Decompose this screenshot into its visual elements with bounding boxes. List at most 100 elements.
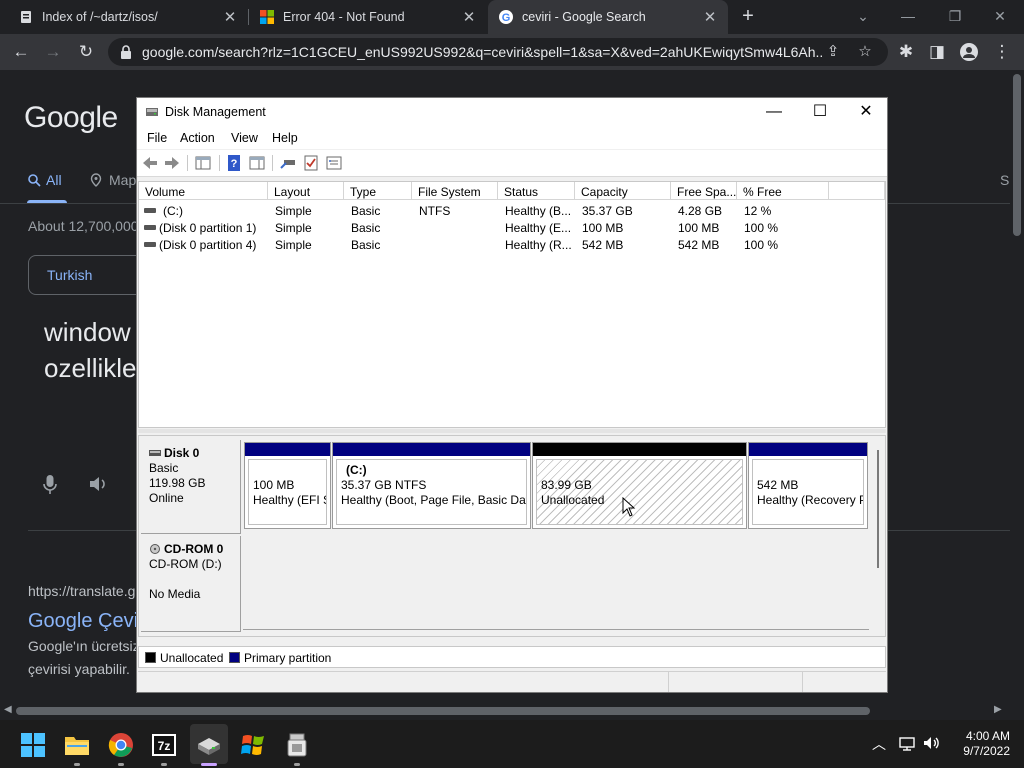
cell-percent-free: 100 % bbox=[744, 221, 779, 235]
microphone-icon[interactable] bbox=[40, 473, 60, 495]
partition-recovery[interactable]: 542 MB Healthy (Recovery P bbox=[748, 442, 868, 529]
scroll-right-arrow-icon[interactable]: ▶ bbox=[994, 704, 1002, 715]
close-tab-icon[interactable]: ✕ bbox=[461, 8, 477, 26]
close-browser-icon[interactable]: ✕ bbox=[990, 6, 1010, 26]
disk-management-icon[interactable] bbox=[196, 732, 222, 758]
partition-unallocated[interactable]: 83.99 GB Unallocated bbox=[532, 442, 747, 529]
cell-capacity: 542 MB bbox=[582, 238, 624, 252]
checklist-icon[interactable] bbox=[302, 154, 320, 172]
disk-0-info[interactable]: Disk 0 Basic 119.98 GB Online bbox=[141, 440, 241, 534]
properties-pane-icon[interactable] bbox=[248, 154, 266, 172]
pane-splitter[interactable] bbox=[138, 429, 886, 433]
file-explorer-icon[interactable] bbox=[64, 732, 90, 758]
help-icon[interactable]: ? bbox=[225, 154, 243, 172]
scrollbar-thumb[interactable] bbox=[877, 450, 879, 568]
7zip-icon[interactable]: 7z bbox=[151, 732, 177, 758]
page-vertical-scrollbar[interactable] bbox=[1010, 70, 1024, 702]
disk-graphical-view: Disk 0 Basic 119.98 GB Online 100 MB Hea… bbox=[138, 435, 886, 637]
disk-0-name: Disk 0 bbox=[164, 446, 200, 460]
settings-list-icon[interactable] bbox=[325, 154, 343, 172]
forward-arrow-icon[interactable] bbox=[163, 154, 181, 172]
clock-time: 4:00 AM bbox=[965, 729, 1010, 743]
svg-text:7z: 7z bbox=[158, 739, 171, 753]
column-header-file-system[interactable]: File System bbox=[412, 182, 498, 200]
running-indicator bbox=[201, 763, 217, 766]
show-hide-console-tree-icon[interactable] bbox=[194, 154, 212, 172]
menu-view[interactable]: View bbox=[231, 131, 258, 145]
usb-tool-icon[interactable] bbox=[284, 732, 310, 758]
table-row[interactable]: (Disk 0 partition 4) Simple Basic Health… bbox=[139, 236, 885, 253]
column-header-status[interactable]: Status bbox=[498, 182, 575, 200]
address-bar[interactable]: google.com/search?rlz=1C1GCEU_enUS992US9… bbox=[108, 38, 888, 66]
column-header-layout[interactable]: Layout bbox=[268, 182, 344, 200]
network-icon[interactable] bbox=[898, 734, 916, 752]
profile-avatar-icon[interactable] bbox=[958, 41, 980, 63]
partition-c-drive[interactable]: (C:) 35.37 GB NTFS Healthy (Boot, Page F… bbox=[332, 442, 531, 529]
minimize-button[interactable]: — bbox=[751, 98, 797, 127]
partition-efi[interactable]: 100 MB Healthy (EFI S bbox=[244, 442, 331, 529]
cell-layout: Simple bbox=[275, 238, 312, 252]
column-header-volume[interactable]: Volume bbox=[139, 182, 268, 200]
windows-xp-logo-icon[interactable] bbox=[240, 732, 266, 758]
running-indicator bbox=[74, 763, 80, 766]
back-arrow-icon[interactable] bbox=[141, 154, 159, 172]
maximize-button[interactable]: ☐ bbox=[797, 98, 843, 127]
lock-icon[interactable] bbox=[118, 44, 134, 60]
cell-file-system: NTFS bbox=[419, 204, 451, 218]
show-hidden-icons-chevron-icon[interactable]: ︿ bbox=[870, 734, 888, 752]
column-header-free-space[interactable]: Free Spa... bbox=[671, 182, 737, 200]
disk-0-state: Online bbox=[149, 491, 184, 505]
browser-menu-icon[interactable]: ⋮ bbox=[991, 41, 1013, 63]
column-header-percent-free[interactable]: % Free bbox=[737, 182, 829, 200]
tab-all[interactable]: All bbox=[27, 172, 62, 188]
minimize-browser-icon[interactable]: — bbox=[898, 6, 918, 26]
tab-error-404[interactable]: Error 404 - Not Found ✕ bbox=[249, 0, 487, 34]
tab-settings[interactable]: S bbox=[1000, 172, 1009, 188]
scrollbar-thumb[interactable] bbox=[1013, 74, 1021, 236]
bookmark-star-icon[interactable]: ☆ bbox=[856, 43, 874, 61]
google-logo[interactable]: Google bbox=[24, 101, 118, 135]
menu-file[interactable]: File bbox=[147, 131, 167, 145]
column-header-type[interactable]: Type bbox=[344, 182, 412, 200]
menu-help[interactable]: Help bbox=[272, 131, 298, 145]
table-row[interactable]: (C:) Simple Basic NTFS Healthy (B... 35.… bbox=[139, 202, 885, 219]
legend-label-unallocated: Unallocated bbox=[160, 651, 224, 665]
query-text-line1: window bbox=[44, 317, 131, 347]
connect-virtual-disk-icon[interactable] bbox=[279, 154, 297, 172]
speaker-icon[interactable] bbox=[88, 473, 108, 495]
scrollbar-thumb[interactable] bbox=[16, 707, 870, 715]
tab-index-of-isos[interactable]: Index of /~dartz/isos/ ✕ bbox=[8, 0, 248, 34]
graphical-view-scrollbar[interactable] bbox=[873, 444, 883, 568]
window-titlebar[interactable]: Disk Management — ☐ ✕ bbox=[137, 98, 887, 127]
column-header-capacity[interactable]: Capacity bbox=[575, 182, 671, 200]
new-tab-button[interactable]: + bbox=[737, 5, 759, 27]
url-text[interactable]: google.com/search?rlz=1C1GCEU_enUS992US9… bbox=[142, 44, 822, 60]
close-tab-icon[interactable]: ✕ bbox=[222, 8, 238, 26]
share-icon[interactable]: ⇪ bbox=[824, 43, 842, 61]
system-clock[interactable]: 4:00 AM 9/7/2022 bbox=[948, 729, 1010, 759]
windows-start-icon[interactable] bbox=[20, 732, 46, 758]
back-icon[interactable]: ← bbox=[10, 41, 32, 63]
disk-management-window: Disk Management — ☐ ✕ File Action View H… bbox=[136, 97, 888, 693]
close-button[interactable]: ✕ bbox=[843, 98, 889, 127]
chrome-icon[interactable] bbox=[108, 732, 134, 758]
result-url[interactable]: https://translate.g bbox=[28, 583, 135, 599]
table-row[interactable]: (Disk 0 partition 1) Simple Basic Health… bbox=[139, 219, 885, 236]
tab-google-search[interactable]: G ceviri - Google Search ✕ bbox=[488, 0, 728, 34]
menu-action[interactable]: Action bbox=[180, 131, 215, 145]
partition-size: 83.99 GB bbox=[541, 478, 592, 492]
tab-search-icon[interactable]: ⌄ bbox=[853, 6, 873, 26]
extensions-icon[interactable]: ✱ bbox=[895, 41, 917, 63]
scroll-left-arrow-icon[interactable]: ◀ bbox=[4, 704, 12, 715]
side-panel-icon[interactable]: ◨ bbox=[926, 41, 948, 63]
restore-browser-icon[interactable]: ❐ bbox=[945, 6, 965, 26]
browser-toolbar: ← → ↻ google.com/search?rlz=1C1GCEU_enUS… bbox=[0, 34, 1024, 70]
cdrom-0-info[interactable]: CD-ROM 0 CD-ROM (D:) No Media bbox=[141, 536, 241, 632]
result-title-link[interactable]: Google Çevi bbox=[28, 610, 138, 633]
reload-icon[interactable]: ↻ bbox=[75, 41, 97, 63]
page-horizontal-scrollbar[interactable]: ◀ ▶ bbox=[0, 702, 1010, 720]
close-tab-icon[interactable]: ✕ bbox=[702, 8, 718, 26]
volume-icon[interactable] bbox=[922, 734, 940, 752]
forward-icon[interactable]: → bbox=[42, 41, 64, 63]
tab-maps[interactable]: Map bbox=[89, 172, 136, 188]
